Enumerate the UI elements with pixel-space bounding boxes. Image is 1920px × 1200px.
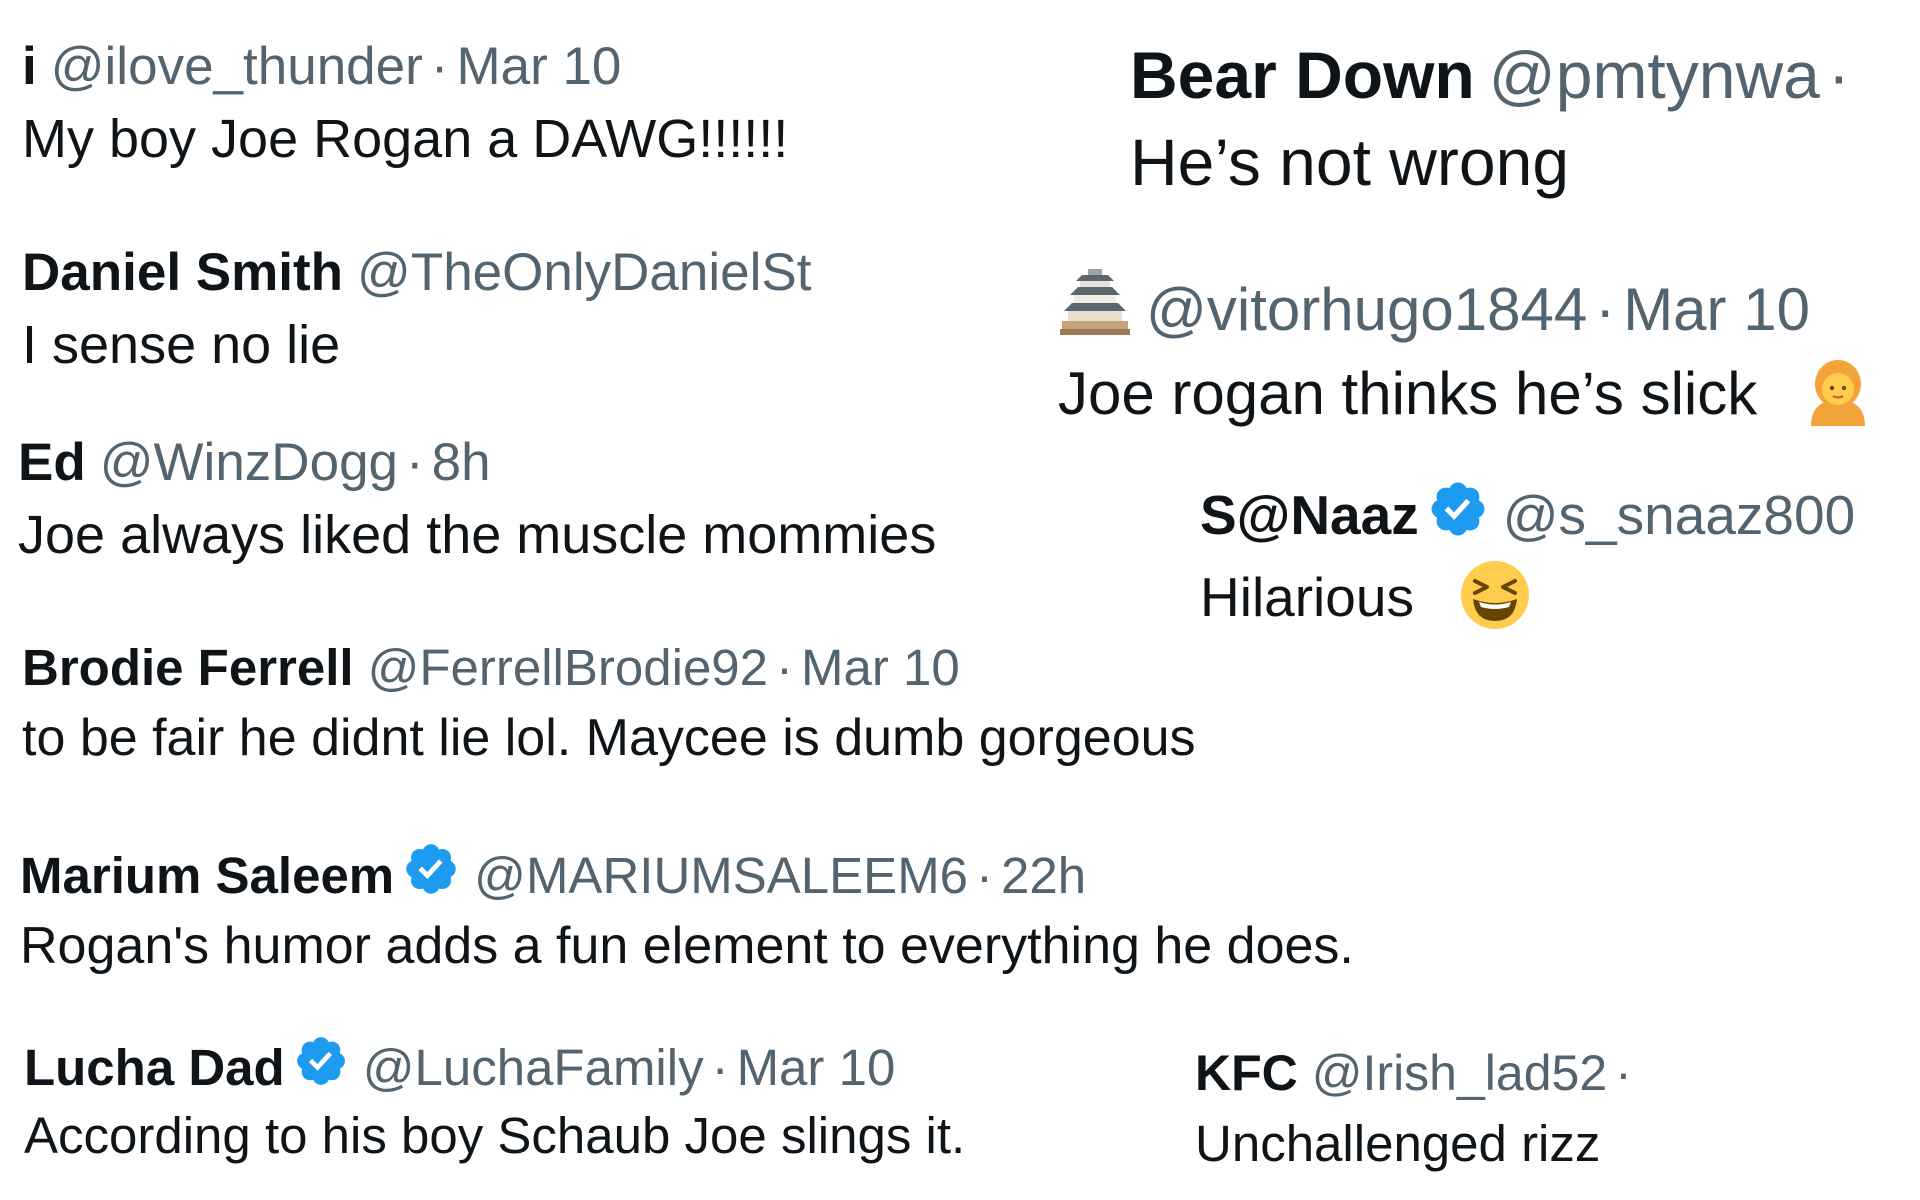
- tweet-card[interactable]: Marium Saleem @MARIUMSALEEM6 · 22h Rogan…: [20, 838, 1354, 976]
- verified-badge-icon: [1427, 478, 1489, 553]
- tweet-header: S@Naaz @s_snaaz800: [1200, 475, 1855, 555]
- tweet-card[interactable]: S@Naaz @s_snaaz800 Hilarious: [1200, 475, 1855, 644]
- tweet-text: Joe always liked the muscle mommies: [18, 505, 937, 565]
- tweet-text-row: Joe rogan thinks he’s slick: [1058, 356, 1871, 440]
- author-name[interactable]: S@Naaz: [1200, 483, 1419, 547]
- author-name[interactable]: Marium Saleem: [20, 846, 394, 905]
- person-emoji-icon: [1805, 356, 1871, 440]
- tweet-text: Rogan's humor adds a fun element to ever…: [20, 917, 1354, 975]
- separator-dot: ·: [1615, 1045, 1632, 1101]
- timestamp[interactable]: Mar 10: [737, 1038, 896, 1097]
- tweet-header: Bear Down @pmtynwa ·: [1130, 30, 1850, 120]
- author-handle[interactable]: @LuchaFamily: [363, 1038, 704, 1097]
- separator-dot: ·: [1595, 275, 1616, 343]
- timestamp[interactable]: Mar 10: [801, 638, 960, 697]
- tweet-card[interactable]: KFC @Irish_lad52 · Unchallenged rizz: [1195, 1036, 1632, 1173]
- tweet-header: @vitorhugo1844 · Mar 10: [1058, 268, 1871, 350]
- verified-badge-icon: [402, 840, 460, 910]
- author-handle[interactable]: @ilove_thunder: [51, 36, 423, 97]
- tweet-text: Joe rogan thinks he’s slick: [1058, 359, 1758, 427]
- tweet-header: Daniel Smith @TheOnlyDanielSt: [22, 234, 811, 310]
- author-handle[interactable]: @Irish_lad52: [1312, 1044, 1607, 1102]
- tweet-text: Hilarious: [1200, 566, 1414, 629]
- timestamp[interactable]: 22h: [1001, 846, 1086, 905]
- author-handle[interactable]: @WinzDogg: [100, 432, 398, 493]
- author-handle[interactable]: @vitorhugo1844: [1146, 275, 1587, 344]
- separator-dot: ·: [976, 846, 994, 904]
- author-name[interactable]: i: [22, 36, 37, 97]
- author-name[interactable]: Daniel Smith: [22, 242, 343, 303]
- tweet-text: to be fair he didnt lie lol. Maycee is d…: [22, 709, 1196, 767]
- author-name[interactable]: KFC: [1195, 1044, 1298, 1102]
- author-name[interactable]: Brodie Ferrell: [22, 638, 354, 697]
- tweet-text-row: Hilarious: [1200, 559, 1855, 644]
- tweet-header: i @ilove_thunder · Mar 10: [22, 28, 788, 104]
- separator-dot: ·: [406, 432, 424, 492]
- tweet-card[interactable]: Brodie Ferrell @FerrellBrodie92 · Mar 10…: [22, 630, 1196, 768]
- separator-dot: ·: [430, 36, 449, 96]
- tweet-header: Brodie Ferrell @FerrellBrodie92 · Mar 10: [22, 630, 1196, 704]
- tweet-card[interactable]: Daniel Smith @TheOnlyDanielSt I sense no…: [22, 234, 811, 376]
- author-handle[interactable]: @pmtynwa: [1489, 37, 1820, 113]
- separator-dot: ·: [711, 1038, 729, 1096]
- tweet-header: Lucha Dad @LuchaFamily · Mar 10: [24, 1030, 965, 1104]
- author-handle[interactable]: @s_snaaz800: [1503, 483, 1855, 547]
- separator-dot: ·: [776, 638, 794, 696]
- tweet-text: He’s not wrong: [1130, 125, 1570, 199]
- tweet-card[interactable]: i @ilove_thunder · Mar 10 My boy Joe Rog…: [22, 28, 788, 170]
- author-handle[interactable]: @TheOnlyDanielSt: [357, 242, 811, 303]
- tweet-header: Marium Saleem @MARIUMSALEEM6 · 22h: [20, 838, 1354, 912]
- author-name[interactable]: Bear Down: [1130, 37, 1475, 113]
- tweet-card[interactable]: Lucha Dad @LuchaFamily · Mar 10 Accordin…: [24, 1030, 965, 1165]
- laughing-face-emoji-icon: [1459, 559, 1531, 644]
- timestamp[interactable]: Mar 10: [1623, 275, 1810, 344]
- timestamp[interactable]: Mar 10: [456, 36, 621, 97]
- verified-badge-icon: [293, 1033, 349, 1101]
- tweet-text: I sense no lie: [22, 315, 341, 375]
- japanese-castle-emoji-icon: [1058, 265, 1132, 353]
- tweet-text: According to his boy Schaub Joe slings i…: [24, 1107, 966, 1164]
- tweet-card[interactable]: Bear Down @pmtynwa · He’s not wrong: [1130, 30, 1850, 200]
- tweet-card[interactable]: @vitorhugo1844 · Mar 10 Joe rogan thinks…: [1058, 268, 1871, 440]
- tweet-text: My boy Joe Rogan a DAWG!!!!!!: [22, 109, 789, 169]
- tweet-header: Ed @WinzDogg · 8h: [18, 424, 936, 500]
- separator-dot: ·: [1827, 38, 1850, 112]
- author-handle[interactable]: @FerrellBrodie92: [368, 638, 768, 697]
- tweet-text: Unchallenged rizz: [1195, 1115, 1601, 1172]
- timestamp[interactable]: 8h: [432, 432, 491, 493]
- author-name[interactable]: Ed: [18, 432, 86, 493]
- tweet-card[interactable]: Ed @WinzDogg · 8h Joe always liked the m…: [18, 424, 936, 566]
- author-name[interactable]: Lucha Dad: [24, 1038, 285, 1097]
- author-handle[interactable]: @MARIUMSALEEM6: [474, 846, 968, 905]
- tweet-header: KFC @Irish_lad52 ·: [1195, 1036, 1632, 1110]
